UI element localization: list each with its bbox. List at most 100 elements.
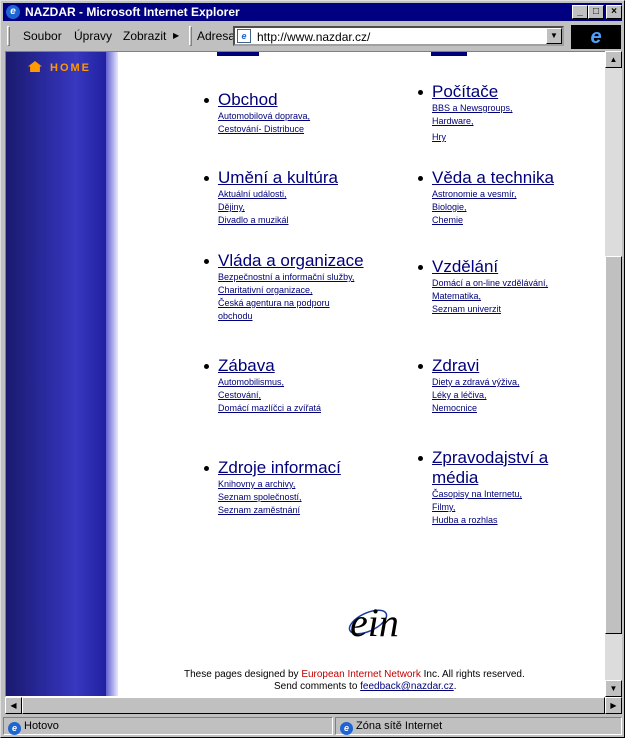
category-zpravodajstvi: Zpravodajství a média Časopisy na Intern… <box>418 448 572 527</box>
subcategory-link[interactable]: Chemie <box>432 214 554 227</box>
bullet <box>204 259 209 264</box>
subcategory-link[interactable]: Cestování, <box>218 389 321 402</box>
subcategory-link[interactable]: Astronomie a vesmír, <box>432 188 554 201</box>
subcategory-link[interactable]: Knihovny a archivy, <box>218 478 341 491</box>
category-zdravi: Zdravi Diety a zdravá výživa, Léky a léč… <box>418 356 520 415</box>
bullet <box>204 176 209 181</box>
ie-icon: e <box>6 5 20 19</box>
subcategory-link[interactable]: Biologie, <box>432 201 554 214</box>
category-title[interactable]: Zábava <box>218 356 321 376</box>
horizontal-scroll-thumb[interactable] <box>22 697 605 714</box>
category-title[interactable]: Počítače <box>432 82 513 102</box>
menu-chevron-icon[interactable]: ▶ <box>173 31 179 40</box>
category-title[interactable]: Zdroje informací <box>218 458 341 478</box>
category-title[interactable]: Obchod <box>218 90 310 110</box>
menu-upravy[interactable]: Úpravy <box>74 29 112 43</box>
window-title: NAZDAR - Microsoft Internet Explorer <box>25 5 240 19</box>
address-label: Adresa <box>197 29 236 43</box>
vertical-scroll-thumb[interactable] <box>605 256 622 634</box>
subcategory-link[interactable]: obchodu <box>218 310 364 323</box>
category-title[interactable]: Věda a technika <box>432 168 554 188</box>
scroll-left-icon[interactable]: ◀ <box>5 697 22 714</box>
subcategory-link[interactable]: Seznam univerzit <box>432 303 548 316</box>
footer-text: These pages designed by <box>184 669 302 680</box>
subcategory-link[interactable]: BBS a Newsgroups, <box>432 102 513 115</box>
clipped-link-fragment[interactable] <box>217 52 259 56</box>
subcategory-link[interactable]: Charitativní organizace, <box>218 284 364 297</box>
logo-text: ein <box>350 600 399 644</box>
subcategory-link[interactable]: Seznam společností, <box>218 491 341 504</box>
subcategory-link[interactable]: Domácí mazlíčci a zvířatá <box>218 402 321 415</box>
horizontal-scrollbar[interactable]: ◀ ▶ <box>5 697 622 714</box>
category-title[interactable]: Zpravodajství a média <box>432 448 572 488</box>
ein-logo[interactable]: ein <box>346 592 402 644</box>
subcategory-link[interactable]: Časopisy na Internetu, <box>432 488 572 501</box>
subcategory-link[interactable]: Bezpečnostní a informační služby, <box>218 271 364 284</box>
subcategory-link[interactable]: Hudba a rozhlas <box>432 514 572 527</box>
category-vlada: Vláda a organizace Bezpečnostní a inform… <box>204 251 364 323</box>
scroll-right-icon[interactable]: ▶ <box>605 697 622 714</box>
footer-copyright: These pages designed by European Interne… <box>184 669 525 680</box>
category-title[interactable]: Zdravi <box>432 356 520 376</box>
category-vzdelani: Vzdělání Domácí a on-line vzdělávání, Ma… <box>418 257 548 316</box>
scroll-down-icon[interactable]: ▼ <box>605 680 622 697</box>
subcategory-link[interactable]: Aktuální události, <box>218 188 338 201</box>
footer-text: Inc. All rights reserved. <box>420 669 525 680</box>
close-button[interactable]: × <box>606 5 622 19</box>
category-zdroje: Zdroje informací Knihovny a archivy, Sez… <box>204 458 341 517</box>
subcategory-link[interactable]: Nemocnice <box>432 402 520 415</box>
subcategory-link[interactable]: Matematika, <box>432 290 548 303</box>
subcategory-link[interactable]: Dějiny, <box>218 201 338 214</box>
scroll-up-icon[interactable]: ▲ <box>605 51 622 68</box>
subcategory-link[interactable]: Cestování- Distribuce <box>218 123 310 136</box>
category-obchod: Obchod Automobilová doprava, Cestování- … <box>204 90 310 136</box>
address-grip[interactable] <box>189 26 192 46</box>
bullet <box>418 265 423 270</box>
subcategory-link[interactable]: Automobilismus, <box>218 376 321 389</box>
subcategory-link[interactable]: Automobilová doprava, <box>218 110 310 123</box>
footer-text: . <box>453 681 457 692</box>
address-url[interactable]: http://www.nazdar.cz/ <box>257 30 370 44</box>
status-pane-zone: e Zóna sítě Internet <box>335 717 622 735</box>
footer-contact: Send comments to feedback@nazdar.cz. <box>274 681 456 692</box>
category-pocitace: Počítače BBS a Newsgroups, Hardware, Hry <box>418 82 513 144</box>
subcategory-link[interactable]: Diety a zdravá výživa, <box>432 376 520 389</box>
internet-zone-icon: e <box>340 722 353 735</box>
status-pane-main: e Hotovo <box>3 717 333 735</box>
maximize-button[interactable]: □ <box>588 5 604 19</box>
subcategory-link[interactable]: Česká agentura na podporu <box>218 297 364 310</box>
ein-link[interactable]: European Internet Network <box>301 669 421 680</box>
bullet <box>204 466 209 471</box>
subcategory-link[interactable]: Domácí a on-line vzdělávání, <box>432 277 548 290</box>
subcategory-link[interactable]: Filmy, <box>432 501 572 514</box>
subcategory-link[interactable]: Léky a léčiva, <box>432 389 520 402</box>
category-title[interactable]: Umění a kultúra <box>218 168 338 188</box>
page-done-icon: e <box>8 722 21 735</box>
status-bar: e Hotovo e Zóna sítě Internet <box>3 716 622 736</box>
category-umeni: Umění a kultúra Aktuální události, Dějin… <box>204 168 338 227</box>
feedback-email-link[interactable]: feedback@nazdar.cz <box>360 681 454 692</box>
menu-zobrazit[interactable]: Zobrazit <box>123 29 166 43</box>
subcategory-link[interactable]: Hardware, <box>432 115 513 128</box>
subcategory-link[interactable]: Divadlo a muzikál <box>218 214 338 227</box>
bullet <box>418 456 423 461</box>
category-title[interactable]: Vzdělání <box>432 257 548 277</box>
home-label: HOME <box>50 62 91 74</box>
footer-text: Send comments to <box>274 681 361 692</box>
clipped-link-fragment[interactable] <box>431 52 467 56</box>
subcategory-link[interactable]: Seznam zaměstnání <box>218 504 341 517</box>
bullet <box>204 98 209 103</box>
menu-soubor[interactable]: Soubor <box>23 29 62 43</box>
minimize-button[interactable]: _ <box>572 5 588 19</box>
address-bar[interactable]: e http://www.nazdar.cz/ ▼ <box>233 26 564 46</box>
status-text: Hotovo <box>24 720 59 732</box>
home-link[interactable]: HOME <box>28 61 91 74</box>
vertical-scrollbar[interactable]: ▲ ▼ <box>605 51 622 697</box>
category-zabava: Zábava Automobilismus, Cestování, Domácí… <box>204 356 321 415</box>
toolbar-grip[interactable] <box>7 26 10 46</box>
subcategory-link[interactable]: Hry <box>432 131 513 144</box>
address-dropdown-icon[interactable]: ▼ <box>546 28 562 44</box>
title-bar[interactable]: e NAZDAR - Microsoft Internet Explorer _… <box>3 3 622 21</box>
zone-text: Zóna sítě Internet <box>356 720 443 732</box>
category-title[interactable]: Vláda a organizace <box>218 251 364 271</box>
